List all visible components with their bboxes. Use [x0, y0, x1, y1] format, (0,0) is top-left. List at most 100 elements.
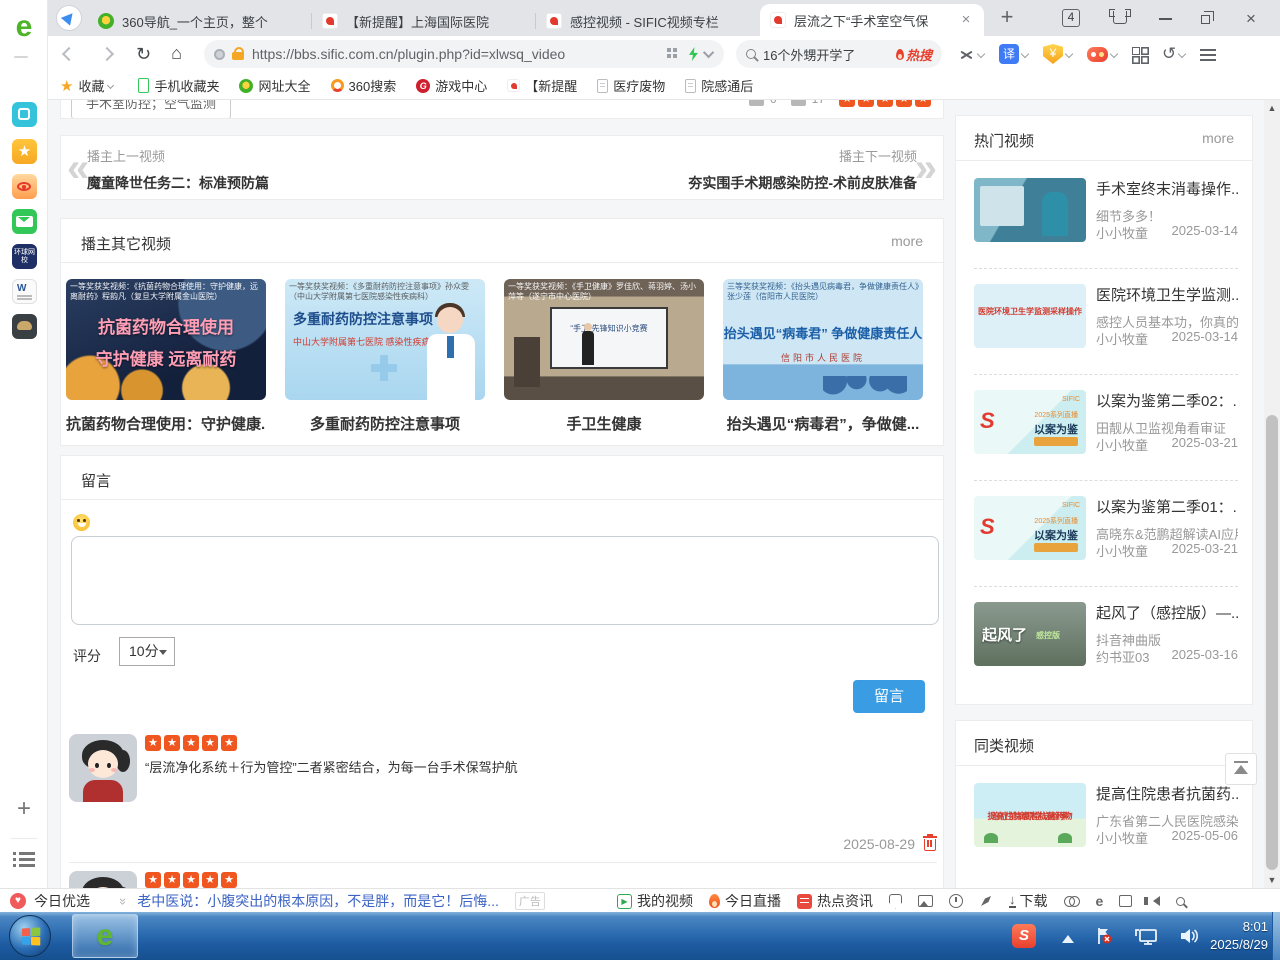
taskbar-browser-button[interactable]: e	[72, 914, 138, 958]
hqwx-school-icon[interactable]: 环球网校	[12, 244, 37, 269]
game-app-icon[interactable]	[12, 314, 37, 339]
download-button[interactable]: 下载	[1009, 891, 1048, 911]
hot-video-item[interactable]: 起风了感控版 起风了（感控版）—... 抖音神曲版 约书亚032025-03-1…	[974, 602, 1238, 666]
video-thumbnail[interactable]: 医院环境卫生学监测采样操作	[974, 284, 1086, 348]
game-center-button[interactable]	[1087, 47, 1117, 62]
video-thumbnail[interactable]: 起风了感控版	[974, 602, 1086, 666]
restore-button[interactable]	[1200, 11, 1216, 27]
rail-collapse-icon[interactable]	[14, 56, 28, 58]
video-thumbnail[interactable]: 提高住院患者抗菌药物治疗前病原学送检率	[974, 783, 1086, 847]
minimize-button[interactable]	[1158, 10, 1174, 26]
search-input[interactable]: 16个外甥开学了	[763, 45, 896, 64]
refresh-button[interactable]	[136, 44, 151, 65]
app-list-icon[interactable]	[13, 851, 35, 869]
image-icon[interactable]	[918, 895, 933, 907]
site-info-icon[interactable]	[214, 49, 225, 60]
scroll-down-arrow[interactable]	[1264, 872, 1280, 888]
menu-button[interactable]	[1200, 48, 1216, 61]
tab-sific-videos[interactable]: 感控视频 - SIFIC视频专栏	[536, 6, 760, 36]
weibo-icon[interactable]	[12, 174, 37, 199]
bookmark-360-search[interactable]: 360搜索	[331, 76, 397, 95]
emoji-picker-icon[interactable]	[73, 514, 90, 531]
tool-app-icon[interactable]	[12, 102, 37, 127]
booster-rocket-icon[interactable]	[979, 894, 993, 908]
tab-hospital[interactable]: 【新提醒】上海国际医院	[312, 6, 536, 36]
taskbar-clock[interactable]: 8:01 2025/8/29	[1178, 918, 1268, 954]
video-thumbnail[interactable]: 一等奖获奖视频：《抗菌药物合理使用：守护健康，远离耐药》程韵凡（复旦大学附属金山…	[66, 279, 266, 400]
hot-search-badge[interactable]: 热搜	[896, 45, 932, 64]
tab-active-laminar-flow[interactable]: 层流之下“手术室空气保	[760, 4, 984, 36]
network-tray-icon[interactable]	[1134, 926, 1158, 946]
window-icon[interactable]	[1119, 895, 1132, 907]
bookmark-site-directory[interactable]: 网址大全	[239, 76, 310, 95]
video-title[interactable]: 以案为鉴第二季02：...	[1096, 390, 1238, 411]
video-caption[interactable]: 手卫生健康	[504, 413, 704, 434]
bookmark-phone-folder[interactable]: 手机收藏夹	[138, 76, 219, 95]
comment-textarea[interactable]	[71, 536, 939, 625]
video-title[interactable]: 手术室终末消毒操作...	[1096, 178, 1238, 199]
link-rings-icon[interactable]	[1064, 896, 1080, 906]
bookmark-medical-waste[interactable]: 医疗废物	[597, 76, 665, 95]
video-tag-button[interactable]: 手术室防控；空气监测	[71, 100, 231, 119]
bookmark-sific[interactable]: 【新提醒	[507, 76, 577, 95]
history-clock-icon[interactable]	[949, 894, 963, 908]
hot-video-item[interactable]: 医院环境卫生学监测采样操作 医院环境卫生学监测... 感控人员基本功，你真的会采…	[974, 284, 1238, 348]
daily-picks-label[interactable]: 今日优选	[34, 891, 90, 911]
translate-button[interactable]: 译	[999, 44, 1028, 64]
start-button[interactable]	[9, 915, 51, 957]
scroll-up-arrow[interactable]	[1264, 100, 1280, 116]
bookmark-infection-news[interactable]: 院感通后	[685, 76, 753, 95]
collapse-chevrons-icon[interactable]	[116, 897, 131, 904]
add-app-icon[interactable]	[11, 797, 37, 823]
video-thumbnail[interactable]	[974, 178, 1086, 242]
next-video-link[interactable]: 播主下一视频 夯实围手术期感染防控-术前皮肤准备	[688, 146, 917, 193]
submit-comment-button[interactable]: 留言	[853, 680, 925, 713]
video-caption[interactable]: 多重耐药防控注意事项	[285, 413, 485, 434]
next-title[interactable]: 夯实围手术期感染防控-术前皮肤准备	[688, 173, 917, 193]
security-lock-icon[interactable]	[232, 48, 244, 60]
tab-count-button[interactable]: 4	[1062, 9, 1080, 27]
video-item[interactable]: 一等奖获奖视频：《抗菌药物合理使用：守护健康，远离耐药》程韵凡（复旦大学附属金山…	[66, 279, 266, 434]
ie-mode-icon[interactable]: e	[1096, 893, 1104, 909]
similar-video-item[interactable]: 提高住院患者抗菌药物治疗前病原学送检率 提高住院患者抗菌药... 广东省第二人民…	[974, 783, 1238, 847]
undo-button[interactable]	[1162, 46, 1185, 62]
my-videos-button[interactable]: 我的视频	[617, 891, 693, 911]
video-title[interactable]: 医院环境卫生学监测...	[1096, 284, 1238, 305]
live-button[interactable]: 今日直播	[709, 891, 781, 911]
favorites-star-icon[interactable]	[12, 139, 37, 164]
mail-icon[interactable]	[12, 209, 37, 234]
back-to-top-button[interactable]	[1225, 753, 1257, 785]
word-doc-icon[interactable]: W	[12, 279, 37, 304]
page-scrollbar[interactable]	[1264, 100, 1280, 888]
video-thumbnail[interactable]: S SIFIC 2025系列直播 以案为鉴	[974, 390, 1086, 454]
like-icon[interactable]	[749, 100, 764, 106]
speed-bolt-icon[interactable]	[689, 47, 698, 61]
delete-trash-icon[interactable]	[923, 835, 937, 851]
video-thumbnail[interactable]: 三等奖获奖视频：《抬头遇见病毒君，争做健康责任人》张少莲（信阳市人民医院） 抬头…	[723, 279, 923, 400]
video-thumbnail[interactable]: S SIFIC 2025系列直播 以案为鉴	[974, 496, 1086, 560]
video-caption[interactable]: 抬头遇见“病毒君”，争做健...	[723, 413, 923, 434]
video-thumbnail[interactable]: 一等奖获奖视频：《手卫健康》罗佳欣、蒋羽婷、汤小萍等（遂宁市中心医院） “手卫”…	[504, 279, 704, 400]
show-desktop-button[interactable]	[1272, 912, 1280, 960]
zoom-search-icon[interactable]	[1176, 897, 1185, 906]
360-safe-tray-icon[interactable]: S	[1012, 924, 1036, 948]
home-button[interactable]	[171, 43, 182, 64]
forward-button[interactable]	[100, 47, 114, 61]
action-center-flag-icon[interactable]	[1094, 926, 1114, 946]
video-title[interactable]: 以案为鉴第二季01：...	[1096, 496, 1238, 517]
new-tab-button[interactable]	[994, 5, 1020, 31]
avatar[interactable]	[69, 871, 137, 888]
video-title[interactable]: 起风了（感控版）—...	[1096, 602, 1238, 623]
ad-link[interactable]: 老中医说：小腹突出的根本原因，不是胖，而是它！后悔...	[137, 891, 499, 911]
video-item[interactable]: 一等奖获奖视频：《多重耐药防控注意事项》孙众雯（中山大学附属第七医院感染性疾病科…	[285, 279, 485, 434]
screenshot-scissors-button[interactable]	[958, 47, 984, 62]
tab-close-icon[interactable]	[958, 12, 974, 28]
url-dropdown-icon[interactable]	[703, 47, 714, 58]
video-caption[interactable]: 抗菌药物合理使用：守护健康...	[66, 413, 266, 434]
more-link[interactable]: more	[891, 233, 923, 249]
prev-title[interactable]: 魔童降世任务二：标准预防篇	[87, 173, 269, 193]
close-button[interactable]	[1242, 10, 1260, 28]
news-button[interactable]: 热点资讯	[797, 891, 873, 911]
theme-shirt-icon[interactable]	[1110, 9, 1130, 27]
reader-grid-icon[interactable]	[667, 48, 679, 60]
